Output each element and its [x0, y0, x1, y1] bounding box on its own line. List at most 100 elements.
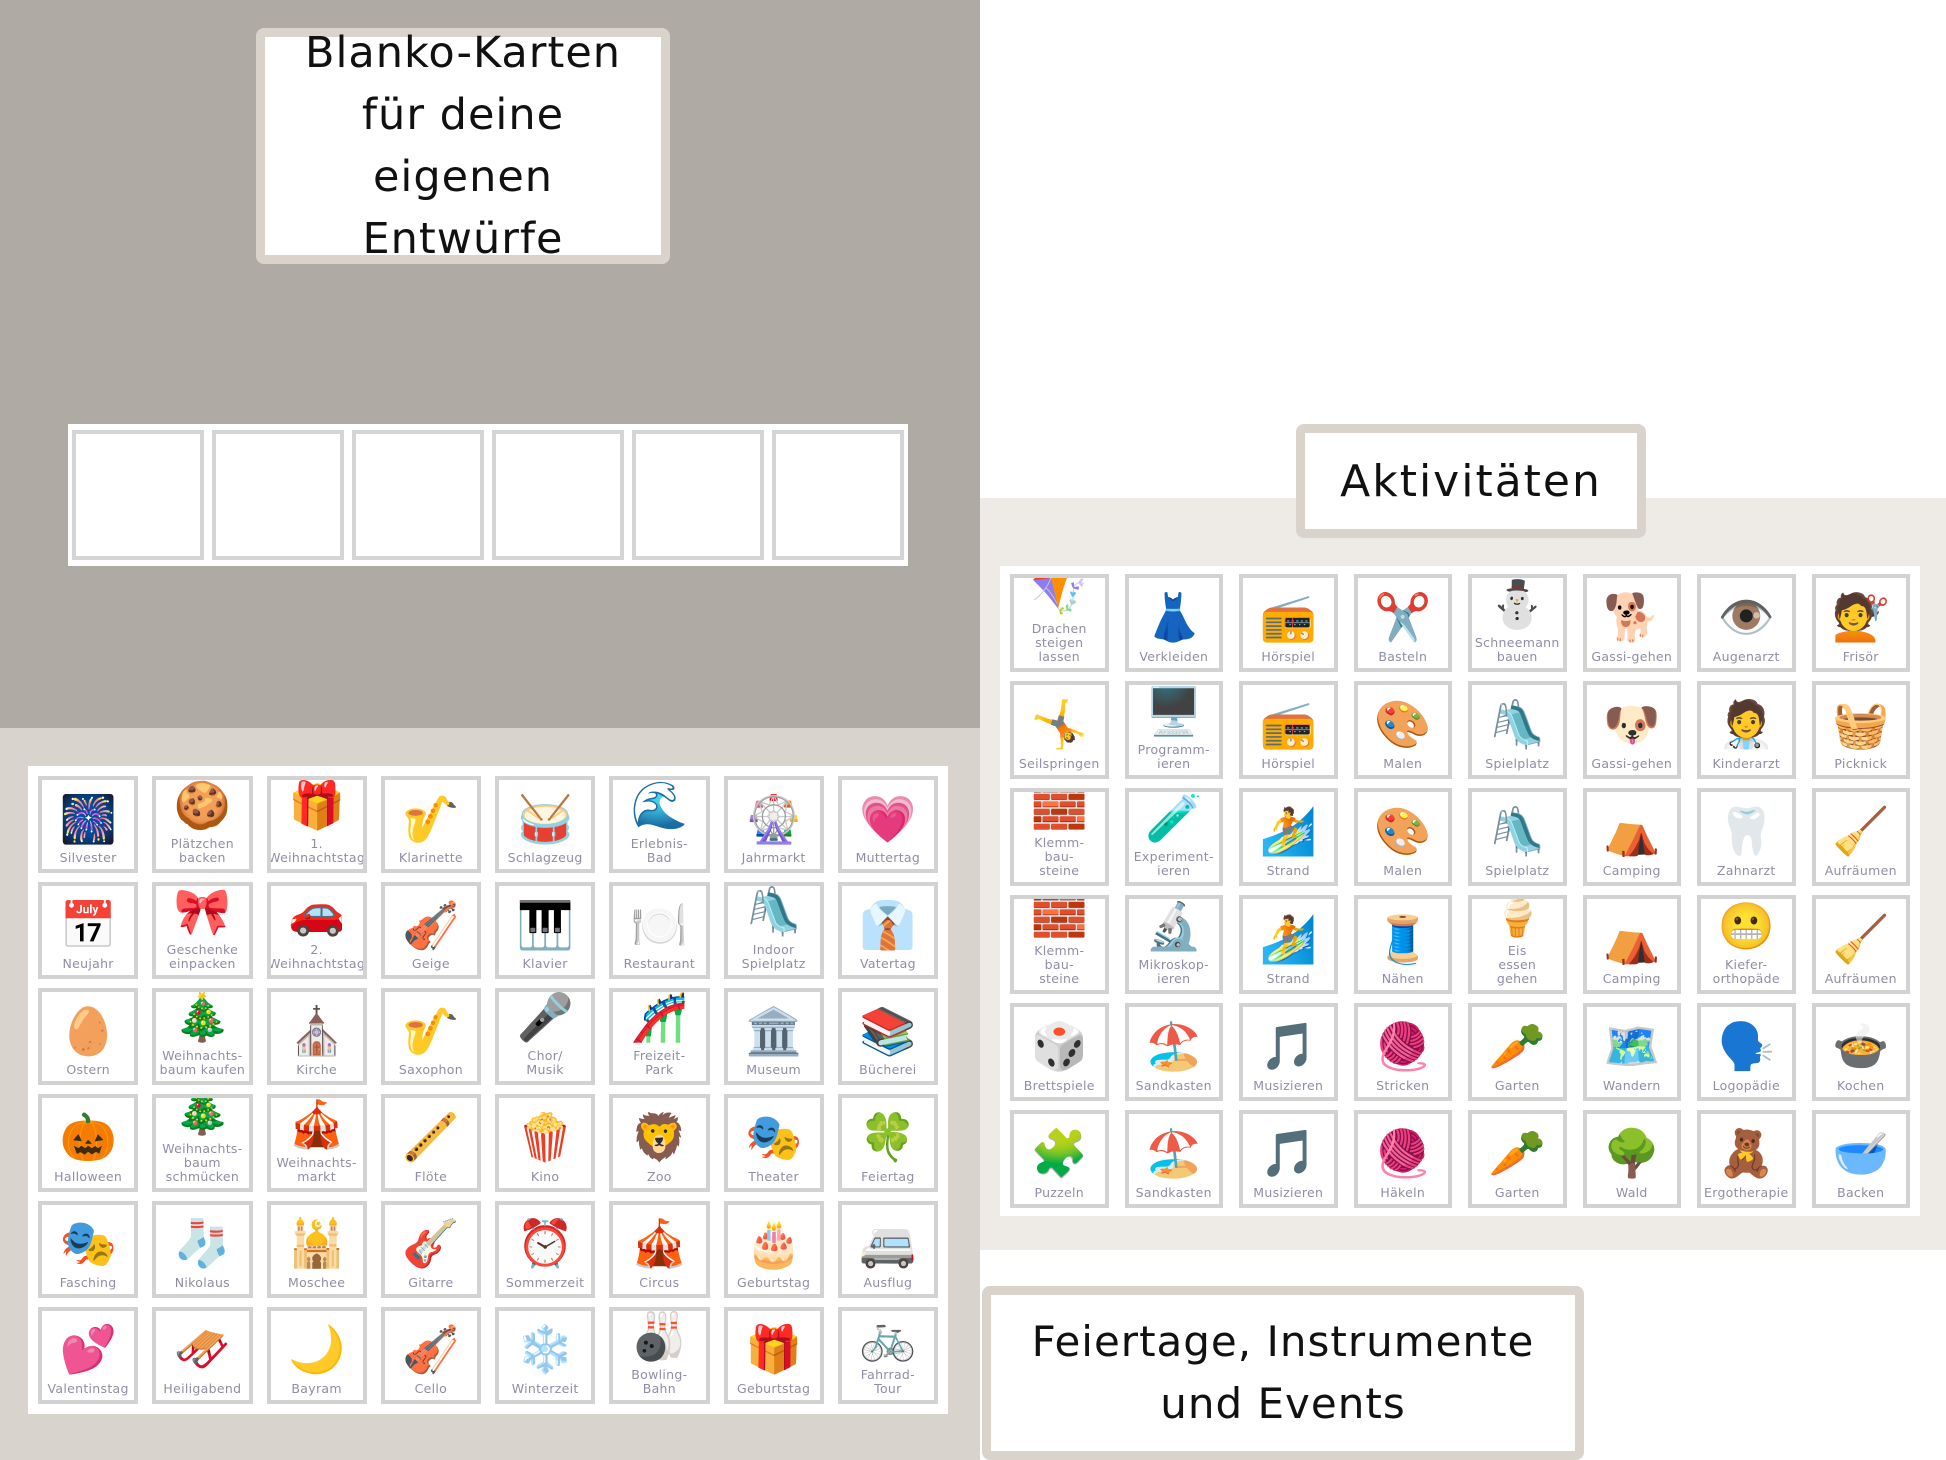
event-card[interactable]: 🎹 Klavier: [495, 882, 596, 980]
activity-card[interactable]: ⛄ Schneemann bauen: [1468, 574, 1567, 673]
activity-card[interactable]: 🧺 Picknick: [1811, 681, 1910, 780]
event-card[interactable]: 💕 Valentinstag: [38, 1306, 139, 1404]
event-card[interactable]: 🥚 Ostern: [38, 988, 139, 1086]
activity-card[interactable]: 👁️ Augenarzt: [1697, 574, 1796, 673]
activity-card[interactable]: 🧩 Puzzeln: [1010, 1109, 1109, 1208]
activity-card[interactable]: 🧶 Stricken: [1353, 1002, 1452, 1101]
blank-card[interactable]: [632, 430, 764, 560]
activity-card[interactable]: 🍲 Kochen: [1811, 1002, 1910, 1101]
activity-card[interactable]: 🏖️ Sandkasten: [1124, 1002, 1223, 1101]
activity-card[interactable]: 🏄 Strand: [1239, 895, 1338, 994]
activity-card[interactable]: 🏄 Strand: [1239, 788, 1338, 887]
activity-card[interactable]: 🧱 Klemm- bau- steine: [1010, 895, 1109, 994]
activity-card[interactable]: 🎵 Musizieren: [1239, 1002, 1338, 1101]
activity-card[interactable]: 😬 Kiefer- orthopäde: [1697, 895, 1796, 994]
event-card[interactable]: 🎂 Geburtstag: [723, 1200, 824, 1298]
activity-card[interactable]: 🏖️ Sandkasten: [1124, 1109, 1223, 1208]
blank-card[interactable]: [352, 430, 484, 560]
event-card[interactable]: 🎆 Silvester: [38, 776, 139, 874]
activity-card[interactable]: 🧑‍⚕️ Kinderarzt: [1697, 681, 1796, 780]
event-card[interactable]: 🎡 Jahrmarkt: [723, 776, 824, 874]
event-card[interactable]: ⏰ Sommerzeit: [495, 1200, 596, 1298]
event-card[interactable]: 🎻 Cello: [380, 1306, 481, 1404]
activity-card[interactable]: 🛝 Spielplatz: [1468, 788, 1567, 887]
activity-card[interactable]: 👗 Verkleiden: [1124, 574, 1223, 673]
activity-card[interactable]: 🧶 Häkeln: [1353, 1109, 1452, 1208]
event-card[interactable]: 🎢 Freizeit- Park: [609, 988, 710, 1086]
event-card[interactable]: 🎄 Weihnachts- baum schmücken: [152, 1094, 253, 1192]
event-card[interactable]: 🍽️ Restaurant: [609, 882, 710, 980]
event-card[interactable]: 🎸 Gitarre: [380, 1200, 481, 1298]
activity-card[interactable]: 📻 Hörspiel: [1239, 574, 1338, 673]
event-card[interactable]: 📅 Neujahr: [38, 882, 139, 980]
event-card[interactable]: 🍀 Feiertag: [837, 1094, 938, 1192]
activity-card[interactable]: 🦷 Zahnarzt: [1697, 788, 1796, 887]
activity-card[interactable]: 🛝 Spielplatz: [1468, 681, 1567, 780]
event-card[interactable]: 💗 Muttertag: [837, 776, 938, 874]
activity-card[interactable]: ⛺ Camping: [1582, 788, 1681, 887]
activity-card[interactable]: 🧱 Klemm- bau- steine: [1010, 788, 1109, 887]
event-card[interactable]: 🛝 Indoor Spielplatz: [723, 882, 824, 980]
activity-card[interactable]: 🗣️ Logopädie: [1697, 1002, 1796, 1101]
event-card[interactable]: 🎪 Circus: [609, 1200, 710, 1298]
event-card[interactable]: 🪈 Flöte: [380, 1094, 481, 1192]
activity-card[interactable]: 🎨 Malen: [1353, 788, 1452, 887]
activity-card[interactable]: 🎲 Brettspiele: [1010, 1002, 1109, 1101]
event-card[interactable]: 🎭 Fasching: [38, 1200, 139, 1298]
activity-card[interactable]: 🗺️ Wandern: [1582, 1002, 1681, 1101]
activity-card[interactable]: 🥣 Backen: [1811, 1109, 1910, 1208]
event-card[interactable]: 🎃 Halloween: [38, 1094, 139, 1192]
activity-card[interactable]: 🧹 Aufräumen: [1811, 788, 1910, 887]
activity-card[interactable]: 🌳 Wald: [1582, 1109, 1681, 1208]
event-card[interactable]: 🎀 Geschenke einpacken: [152, 882, 253, 980]
activity-card[interactable]: 🧵 Nähen: [1353, 895, 1452, 994]
event-card[interactable]: 🎷 Saxophon: [380, 988, 481, 1086]
event-card[interactable]: 🎷 Klarinette: [380, 776, 481, 874]
event-card[interactable]: 🍿 Kino: [495, 1094, 596, 1192]
activity-card[interactable]: ✂️ Basteln: [1353, 574, 1452, 673]
event-card[interactable]: 🚐 Ausflug: [837, 1200, 938, 1298]
event-card[interactable]: 🎭 Theater: [723, 1094, 824, 1192]
activity-card[interactable]: 🧸 Ergotherapie: [1697, 1109, 1796, 1208]
event-card[interactable]: 🎁 Geburtstag: [723, 1306, 824, 1404]
blank-card[interactable]: [772, 430, 904, 560]
activity-card[interactable]: 🍦 Eis essen gehen: [1468, 895, 1567, 994]
activity-card[interactable]: 🔬 Mikroskop- ieren: [1124, 895, 1223, 994]
event-card[interactable]: 🎤 Chor/ Musik: [495, 988, 596, 1086]
activity-card[interactable]: 🎵 Musizieren: [1239, 1109, 1338, 1208]
activity-card[interactable]: 🐶 Gassi-gehen: [1582, 681, 1681, 780]
event-card[interactable]: 🦁 Zoo: [609, 1094, 710, 1192]
event-card[interactable]: 🎪 Weihnachts- markt: [266, 1094, 367, 1192]
event-card[interactable]: 🚗 2. Weihnachtstag: [266, 882, 367, 980]
activity-card[interactable]: 🎨 Malen: [1353, 681, 1452, 780]
event-card[interactable]: ⛪ Kirche: [266, 988, 367, 1086]
blank-card[interactable]: [492, 430, 624, 560]
event-card[interactable]: ❄️ Winterzeit: [495, 1306, 596, 1404]
event-card[interactable]: 🎁 1. Weihnachtstag: [266, 776, 367, 874]
event-card[interactable]: 🚲 Fahrrad- Tour: [837, 1306, 938, 1404]
activity-card[interactable]: 🪁 Drachen steigen lassen: [1010, 574, 1109, 673]
event-card[interactable]: 🥁 Schlagzeug: [495, 776, 596, 874]
event-card[interactable]: 🎄 Weihnachts- baum kaufen: [152, 988, 253, 1086]
activity-card[interactable]: 🤸 Seilspringen: [1010, 681, 1109, 780]
event-card[interactable]: 🕌 Moschee: [266, 1200, 367, 1298]
event-card[interactable]: 👔 Vatertag: [837, 882, 938, 980]
activity-card[interactable]: 🐕 Gassi-gehen: [1582, 574, 1681, 673]
activity-card[interactable]: 🧹 Aufräumen: [1811, 895, 1910, 994]
event-card[interactable]: 🏛️ Museum: [723, 988, 824, 1086]
event-card[interactable]: 🌊 Erlebnis- Bad: [609, 776, 710, 874]
activity-card[interactable]: ⛺ Camping: [1582, 895, 1681, 994]
activity-card[interactable]: 🥕 Garten: [1468, 1002, 1567, 1101]
event-card[interactable]: 🎳 Bowling- Bahn: [609, 1306, 710, 1404]
event-card[interactable]: 🍪 Plätzchen backen: [152, 776, 253, 874]
event-card[interactable]: 🌙 Bayram: [266, 1306, 367, 1404]
event-card[interactable]: 🎻 Geige: [380, 882, 481, 980]
activity-card[interactable]: 🥕 Garten: [1468, 1109, 1567, 1208]
activity-card[interactable]: 💇 Frisör: [1811, 574, 1910, 673]
activity-card[interactable]: 📻 Hörspiel: [1239, 681, 1338, 780]
activity-card[interactable]: 🖥️ Programm- ieren: [1124, 681, 1223, 780]
event-card[interactable]: 🛷 Heiligabend: [152, 1306, 253, 1404]
activity-card[interactable]: 🧪 Experiment- ieren: [1124, 788, 1223, 887]
blank-card[interactable]: [212, 430, 344, 560]
event-card[interactable]: 📚 Bücherei: [837, 988, 938, 1086]
